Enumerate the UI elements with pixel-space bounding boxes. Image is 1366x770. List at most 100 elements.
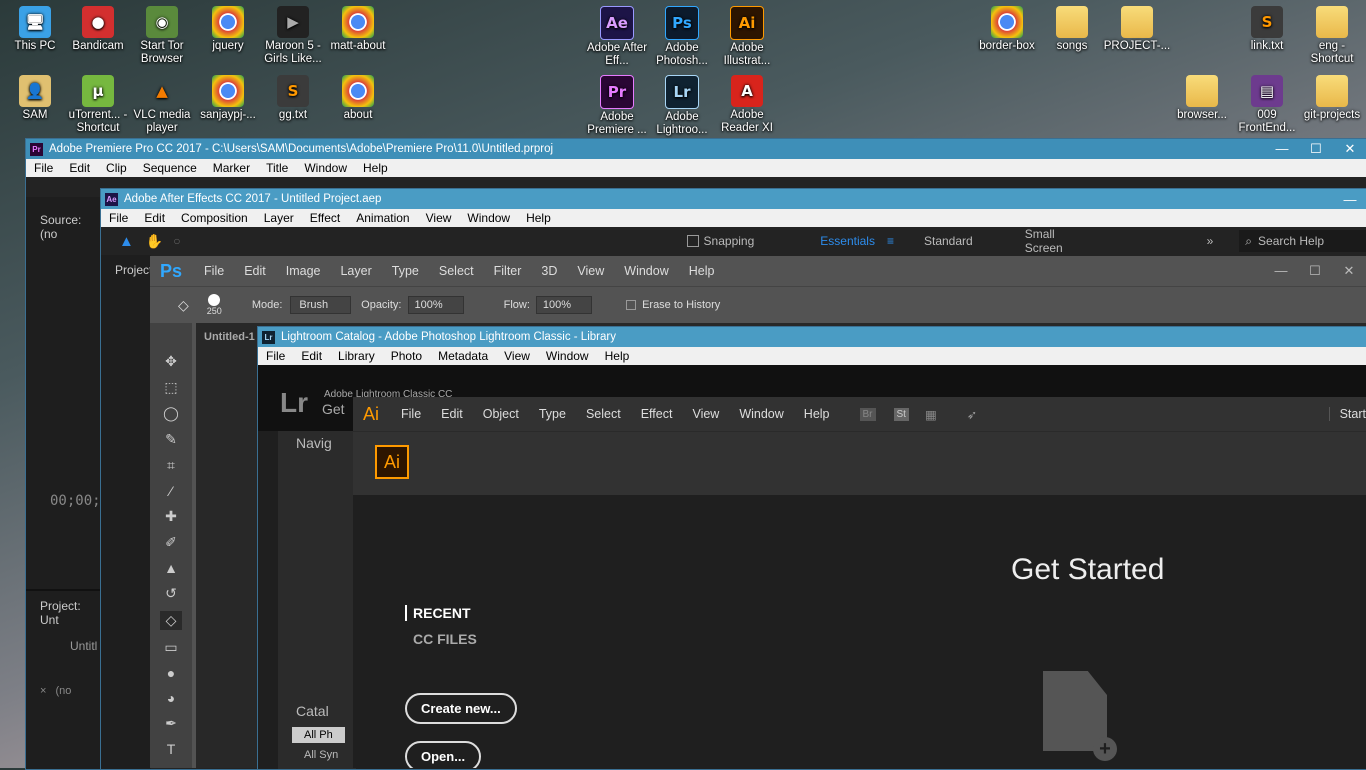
menu-item[interactable]: Type — [529, 407, 576, 421]
maximize-icon[interactable]: ☐ — [1299, 141, 1333, 157]
desktop-icon[interactable]: jquery — [193, 6, 263, 53]
menu-item[interactable]: Layer — [330, 264, 381, 278]
move-tool-icon[interactable]: ✥ — [165, 353, 177, 370]
desktop-icon[interactable]: about — [323, 75, 393, 122]
desktop-icon[interactable]: ▶ Maroon 5 - Girls Like... — [258, 6, 328, 66]
desktop-icon[interactable]: µ uTorrent... - Shortcut — [63, 75, 133, 135]
menu-item[interactable]: Image — [276, 264, 331, 278]
menu-item[interactable]: Window — [614, 264, 678, 278]
quick-select-icon[interactable]: ✎ — [165, 431, 177, 448]
workspace-essentials[interactable]: Essentials — [820, 234, 875, 248]
menu-item[interactable]: Edit — [61, 161, 98, 175]
menu-item[interactable]: Layer — [256, 211, 302, 225]
desktop-icon[interactable]: sanjaypj-... — [193, 75, 263, 122]
menu-item[interactable]: Select — [576, 407, 631, 421]
desktop-icon[interactable]: A Adobe Reader XI — [712, 75, 782, 135]
all-sync-item[interactable]: All Syn — [304, 749, 338, 761]
menu-item[interactable]: Title — [258, 161, 296, 175]
desktop-icon[interactable]: 👤 SAM — [0, 75, 70, 122]
desktop-icon[interactable]: PROJECT-... — [1102, 6, 1172, 53]
desktop-icon[interactable]: border-box — [972, 6, 1042, 53]
opacity-input[interactable]: 100% — [407, 296, 464, 314]
menu-item[interactable]: File — [194, 264, 234, 278]
desktop-icon[interactable]: Ai Adobe Illustrat... — [712, 6, 782, 68]
create-new-button[interactable]: Create new... — [405, 693, 517, 724]
illustrator-window[interactable]: Ai File Edit Object Type Select Effect View Win… — [353, 397, 1366, 768]
marquee-tool-icon[interactable]: ⬚ — [164, 379, 177, 396]
menu-item[interactable]: Window — [538, 349, 597, 363]
menu-item[interactable]: File — [101, 211, 136, 225]
workspace-standard[interactable]: Standard — [924, 234, 973, 248]
menu-item[interactable]: Animation — [348, 211, 417, 225]
source-tab[interactable]: Source: (no — [26, 197, 100, 241]
chevron-more-icon[interactable]: » — [1207, 234, 1214, 248]
menu-item[interactable]: File — [391, 407, 431, 421]
gradient-tool-icon[interactable]: ▭ — [164, 639, 177, 656]
type-tool-icon[interactable]: T — [167, 741, 176, 757]
close-icon[interactable]: ✕ — [1333, 141, 1366, 157]
brush-tool-icon[interactable]: ✐ — [165, 534, 177, 551]
ae-project-tab[interactable]: Project — [101, 255, 152, 277]
workspace-small-screen[interactable]: Small Screen — [1025, 227, 1083, 255]
desktop-icon[interactable]: ● Bandicam — [63, 6, 133, 53]
bridge-badge[interactable]: Br — [859, 407, 876, 421]
workspace-menu-icon[interactable]: ≡ — [887, 234, 894, 248]
all-photos-item[interactable]: All Ph — [292, 727, 345, 743]
menu-item[interactable]: Help — [518, 211, 559, 225]
project-item[interactable]: Untitl — [26, 627, 100, 653]
desktop-icon[interactable]: matt-about — [323, 6, 393, 53]
menu-item[interactable]: 3D — [531, 264, 567, 278]
stock-badge[interactable]: St — [893, 407, 909, 421]
none-item[interactable]: × (no — [40, 685, 71, 697]
pen-tool-icon[interactable]: ✒ — [165, 715, 177, 732]
menu-item[interactable]: Window — [459, 211, 518, 225]
desktop-icon[interactable]: Ae Adobe After Eff... — [582, 6, 652, 68]
menu-item[interactable]: View — [496, 349, 538, 363]
desktop-icon[interactable]: Sgg.txt — [258, 75, 328, 122]
menu-item[interactable]: Help — [679, 264, 725, 278]
menu-item[interactable]: Filter — [484, 264, 532, 278]
gpu-rocket-icon[interactable]: ➶ — [967, 407, 977, 422]
desktop-icon[interactable]: 🖥 This PC — [0, 6, 70, 53]
menu-item[interactable]: View — [418, 211, 460, 225]
menu-item[interactable]: Window — [296, 161, 355, 175]
menu-item[interactable]: Sequence — [135, 161, 205, 175]
history-brush-icon[interactable]: ↺ — [165, 585, 177, 602]
desktop-icon[interactable]: ▤ 009 FrontEnd... — [1232, 75, 1302, 135]
catalog-header[interactable]: Catal — [296, 703, 329, 719]
menu-item[interactable]: Metadata — [430, 349, 496, 363]
eraser-tool-icon[interactable]: ◇ — [159, 611, 183, 630]
menu-item[interactable]: Help — [794, 407, 840, 421]
menu-item[interactable]: Edit — [234, 264, 276, 278]
start-button[interactable]: Start — [1328, 407, 1366, 421]
mode-select[interactable]: Brush — [290, 296, 352, 314]
project-tab[interactable]: Project: Unt — [26, 591, 100, 627]
menu-item[interactable]: Help — [597, 349, 638, 363]
menu-item[interactable]: View — [682, 407, 729, 421]
minimize-icon[interactable]: — — [1333, 192, 1366, 207]
desktop-icon[interactable]: Ps Adobe Photosh... — [647, 6, 717, 68]
erase-history-checkbox[interactable]: Erase to History — [626, 299, 720, 311]
eraser-tool-icon[interactable]: ◇ — [178, 297, 189, 314]
menu-item[interactable]: Edit — [431, 407, 473, 421]
minimize-icon[interactable]: — — [1265, 141, 1299, 157]
desktop-icon[interactable]: ◉ Start Tor Browser — [127, 6, 197, 66]
desktop-icon[interactable]: browser... — [1167, 75, 1237, 122]
snapping-checkbox[interactable]: Snapping — [686, 234, 754, 248]
menu-item[interactable]: Type — [382, 264, 429, 278]
desktop-icon[interactable]: git-projects — [1297, 75, 1366, 122]
recent-tab[interactable]: RECENT — [405, 605, 471, 621]
stamp-tool-icon[interactable]: ▲ — [164, 560, 178, 576]
lasso-tool-icon[interactable]: ◯ — [163, 405, 179, 422]
menu-item[interactable]: File — [258, 349, 293, 363]
selection-tool-icon[interactable]: ▲ — [119, 233, 134, 250]
menu-item[interactable]: Select — [429, 264, 484, 278]
desktop-icon[interactable]: Pr Adobe Premiere ... — [582, 75, 652, 137]
desktop-icon[interactable]: Lr Adobe Lightroo... — [647, 75, 717, 137]
menu-item[interactable]: File — [26, 161, 61, 175]
desktop-icon[interactable]: ▲ VLC media player — [127, 75, 197, 135]
menu-item[interactable]: Edit — [293, 349, 330, 363]
hand-tool-icon[interactable]: ✋ — [146, 233, 163, 250]
navigator-header[interactable]: Navig — [278, 431, 356, 451]
menu-item[interactable]: Photo — [383, 349, 430, 363]
